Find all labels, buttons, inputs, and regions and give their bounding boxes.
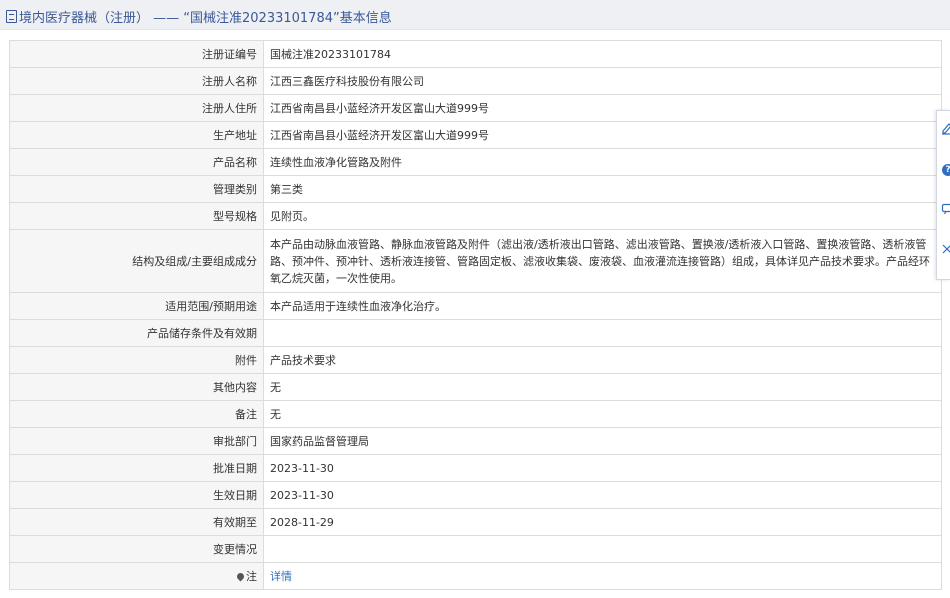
row-label: 备注: [9, 400, 264, 428]
side-toolbar: ?: [936, 110, 950, 280]
note-value: 详情: [263, 562, 942, 590]
row-value: 2023-11-30: [263, 481, 942, 509]
row-label: 管理类别: [9, 175, 264, 203]
row-value: 江西三鑫医疗科技股份有限公司: [263, 67, 942, 95]
row-value: 无: [263, 400, 942, 428]
row-value: 2028-11-29: [263, 508, 942, 536]
row-label: 注册人名称: [9, 67, 264, 95]
device-info-table: 注册证编号 国械注准20233101784 注册人名称 江西三鑫医疗科技股份有限…: [9, 40, 942, 590]
row-label: 审批部门: [9, 427, 264, 455]
row-label: 其他内容: [9, 373, 264, 401]
row-value: 连续性血液净化管路及附件: [263, 148, 942, 176]
row-label: 变更情况: [9, 535, 264, 563]
row-value: [263, 535, 942, 563]
note-label: 注: [9, 562, 264, 590]
row-value: 江西省南昌县小蓝经济开发区富山大道999号: [263, 121, 942, 149]
table-row: 注册人住所 江西省南昌县小蓝经济开发区富山大道999号: [9, 94, 942, 122]
row-value: 第三类: [263, 175, 942, 203]
row-label: 生效日期: [9, 481, 264, 509]
row-value: 本产品适用于连续性血液净化治疗。: [263, 292, 942, 320]
table-row: 批准日期 2023-11-30: [9, 454, 942, 482]
table-row: 管理类别 第三类: [9, 175, 942, 203]
close-icon[interactable]: [941, 242, 950, 258]
help-icon[interactable]: ?: [942, 164, 950, 176]
page-title: 境内医疗器械（注册） —— “国械注准20233101784”基本信息: [6, 7, 392, 26]
table-row: 注册人名称 江西三鑫医疗科技股份有限公司: [9, 67, 942, 95]
table-row: 适用范围/预期用途 本产品适用于连续性血液净化治疗。: [9, 292, 942, 320]
row-label: 产品储存条件及有效期: [9, 319, 264, 347]
row-value: 2023-11-30: [263, 454, 942, 482]
table-row: 产品储存条件及有效期: [9, 319, 942, 347]
row-value: 产品技术要求: [263, 346, 942, 374]
row-label: 产品名称: [9, 148, 264, 176]
table-row: 生效日期 2023-11-30: [9, 481, 942, 509]
row-label: 有效期至: [9, 508, 264, 536]
row-label: 批准日期: [9, 454, 264, 482]
table-row: 注册证编号 国械注准20233101784: [9, 40, 942, 68]
page-title-text: 境内医疗器械（注册） —— “国械注准20233101784”基本信息: [19, 11, 392, 26]
row-label: 注册证编号: [9, 40, 264, 68]
table-row: 备注 无: [9, 400, 942, 428]
document-icon: [6, 10, 17, 23]
row-value: 江西省南昌县小蓝经济开发区富山大道999号: [263, 94, 942, 122]
row-value: [263, 319, 942, 347]
chat-icon[interactable]: [941, 202, 950, 218]
table-row: 其他内容 无: [9, 373, 942, 401]
table-row: 型号规格 见附页。: [9, 202, 942, 230]
table-row-note: 注 详情: [9, 562, 942, 590]
row-label: 结构及组成/主要组成成分: [9, 229, 264, 293]
row-value: 见附页。: [263, 202, 942, 230]
row-value: 国械注准20233101784: [263, 40, 942, 68]
pin-icon: [235, 571, 246, 581]
table-row: 变更情况: [9, 535, 942, 563]
table-row: 有效期至 2028-11-29: [9, 508, 942, 536]
row-label: 附件: [9, 346, 264, 374]
row-label: 适用范围/预期用途: [9, 292, 264, 320]
note-label-text: 注: [246, 569, 257, 583]
details-link[interactable]: 详情: [270, 570, 292, 583]
table-row: 产品名称 连续性血液净化管路及附件: [9, 148, 942, 176]
edit-icon[interactable]: [941, 121, 950, 137]
row-value: 本产品由动脉血液管路、静脉血液管路及附件（滤出液/透析液出口管路、滤出液管路、置…: [263, 229, 942, 293]
row-value: 无: [263, 373, 942, 401]
row-label: 注册人住所: [9, 94, 264, 122]
page-header: 境内医疗器械（注册） —— “国械注准20233101784”基本信息: [0, 0, 950, 30]
row-label: 型号规格: [9, 202, 264, 230]
table-row: 审批部门 国家药品监督管理局: [9, 427, 942, 455]
row-label: 生产地址: [9, 121, 264, 149]
row-value: 国家药品监督管理局: [263, 427, 942, 455]
table-row: 结构及组成/主要组成成分 本产品由动脉血液管路、静脉血液管路及附件（滤出液/透析…: [9, 229, 942, 293]
table-row: 生产地址 江西省南昌县小蓝经济开发区富山大道999号: [9, 121, 942, 149]
table-row: 附件 产品技术要求: [9, 346, 942, 374]
